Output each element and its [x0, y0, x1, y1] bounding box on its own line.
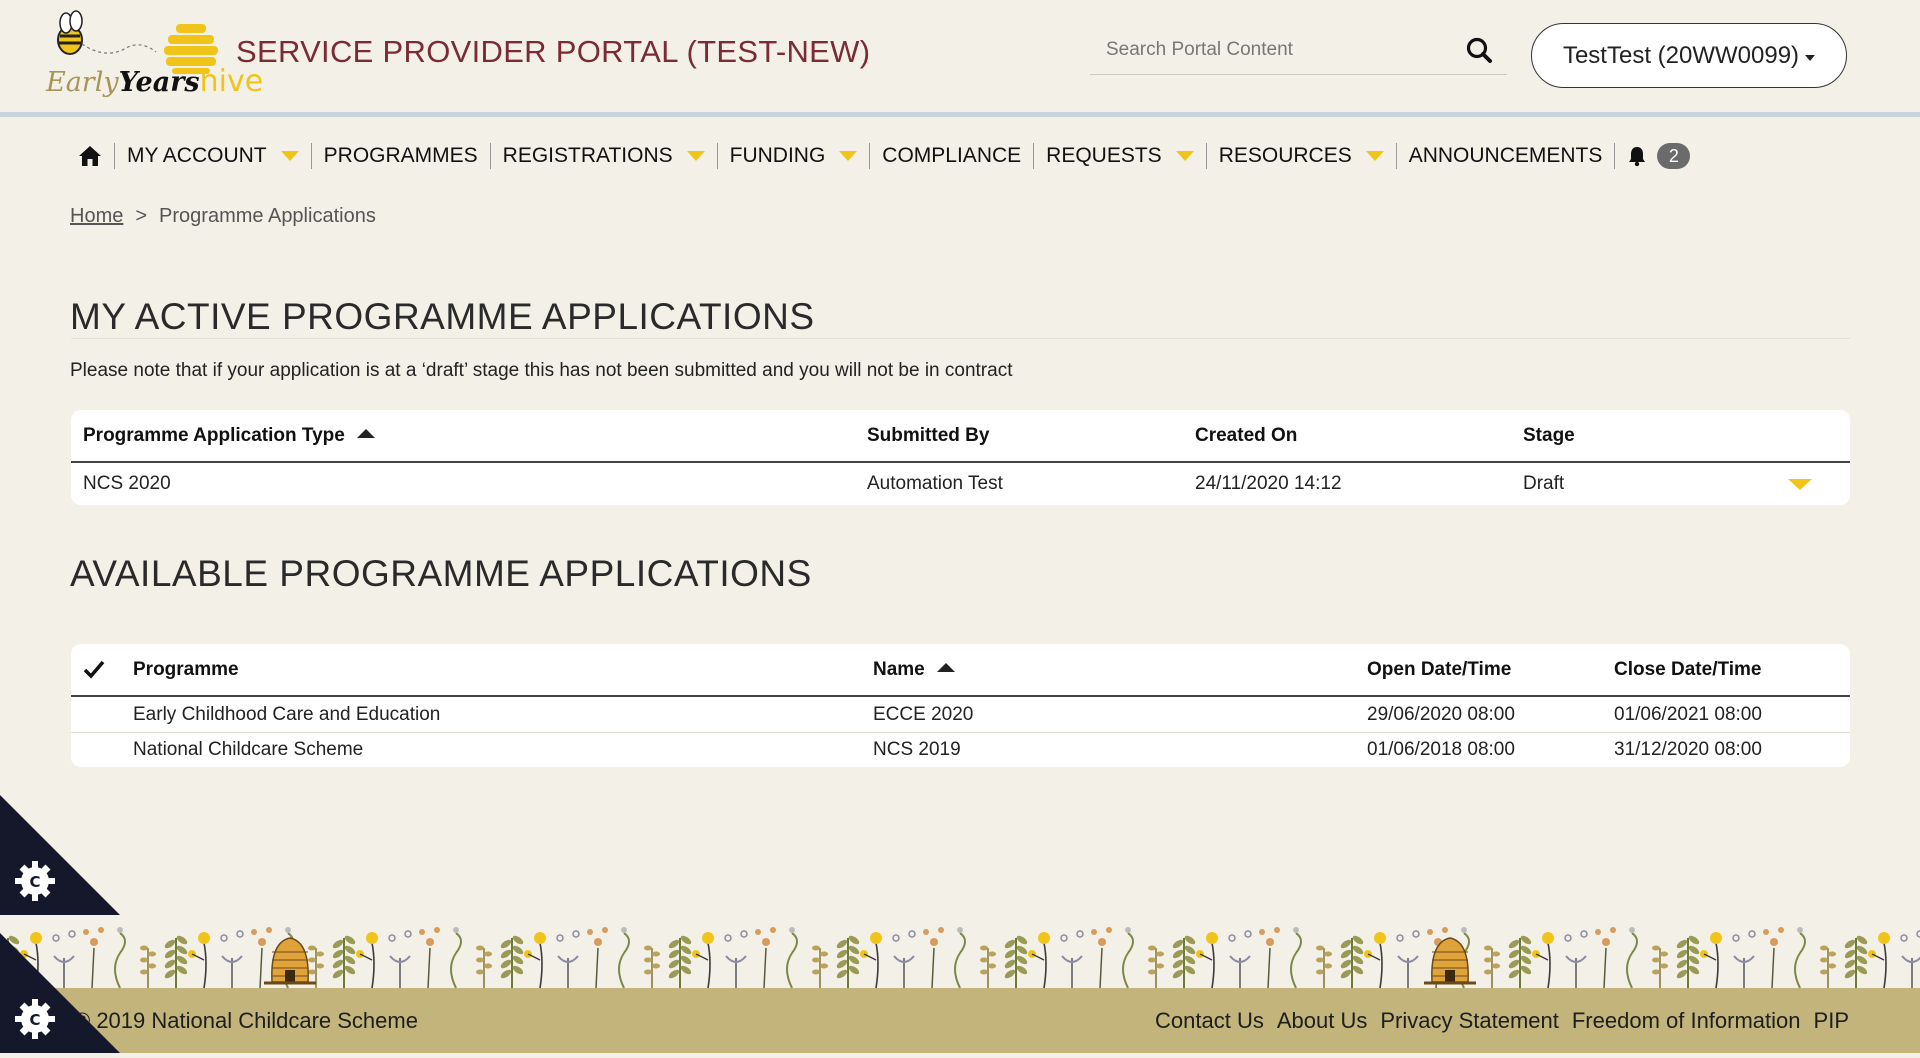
- cell-close-date: 01/06/2021 08:00: [1614, 704, 1762, 725]
- home-icon: [79, 146, 101, 166]
- cookie-settings-button[interactable]: C: [0, 933, 120, 1053]
- logo-text-early: Early: [46, 67, 119, 98]
- notification-count-badge: 2: [1657, 143, 1691, 169]
- cookie-settings-icon: C: [0, 795, 120, 915]
- user-account-dropdown[interactable]: TestTest (20WW0099): [1531, 23, 1847, 88]
- main-nav: MY ACCOUNT PROGRAMMES REGISTRATIONS FUND…: [70, 138, 1702, 174]
- footer-links: Contact Us About Us Privacy Statement Fr…: [1155, 1008, 1849, 1034]
- checkmark-icon: [83, 660, 105, 679]
- cell-name: ECCE 2020: [873, 704, 974, 725]
- nav-label: FUNDING: [729, 144, 826, 167]
- column-header-open-date[interactable]: Open Date/Time: [1367, 659, 1511, 681]
- cell-programme: National Childcare Scheme: [133, 739, 364, 760]
- available-applications-title: AVAILABLE PROGRAMME APPLICATIONS: [70, 553, 812, 594]
- nav-my-account[interactable]: MY ACCOUNT: [115, 143, 312, 169]
- copyright-text: © 2019 National Childcare Scheme: [74, 1008, 418, 1033]
- footer-link-freedom-of-information[interactable]: Freedom of Information: [1572, 1008, 1801, 1034]
- flowers-beehive-illustration: [0, 912, 1920, 988]
- column-header-name[interactable]: Name: [873, 659, 955, 681]
- nav-announcements[interactable]: ANNOUNCEMENTS: [1397, 143, 1616, 169]
- table-row[interactable]: NCS 2020 Automation Test 24/11/2020 14:1…: [71, 463, 1850, 505]
- table-header: Programme Application Type Submitted By …: [71, 410, 1850, 463]
- breadcrumb-separator: >: [135, 205, 148, 227]
- nav-funding[interactable]: FUNDING: [718, 143, 871, 169]
- footer-link-pip[interactable]: PIP: [1814, 1008, 1849, 1034]
- dropdown-arrow-icon: [1175, 151, 1194, 161]
- footer-link-contact-us[interactable]: Contact Us: [1155, 1008, 1264, 1034]
- available-applications-table: Programme Name Open Date/Time Close Date…: [71, 644, 1850, 767]
- breadcrumb-current: Programme Applications: [159, 205, 376, 227]
- header-divider: [0, 112, 1920, 117]
- nav-label: MY ACCOUNT: [127, 144, 267, 167]
- logo-text-years: Years: [118, 67, 200, 98]
- cell-open-date: 29/06/2020 08:00: [1367, 704, 1515, 725]
- header: EarlyYearshive SERVICE PROVIDER PORTAL (…: [0, 0, 1920, 113]
- cell-application-type: NCS 2020: [83, 473, 171, 494]
- table-header: Programme Name Open Date/Time Close Date…: [71, 644, 1850, 697]
- column-header-submitted-by[interactable]: Submitted By: [867, 425, 989, 447]
- cookie-settings-button[interactable]: C: [0, 795, 120, 915]
- header-label: Name: [873, 658, 925, 680]
- nav-programmes[interactable]: PROGRAMMES: [312, 143, 491, 169]
- svg-text:C: C: [29, 873, 40, 891]
- sort-ascending-icon: [356, 428, 375, 438]
- user-label: TestTest (20WW0099): [1562, 41, 1800, 69]
- footer-link-about-us[interactable]: About Us: [1277, 1008, 1368, 1034]
- bell-icon: [1629, 147, 1646, 167]
- search-icon: [1466, 37, 1492, 63]
- cell-created-on: 24/11/2020 14:12: [1195, 473, 1342, 494]
- nav-resources[interactable]: RESOURCES: [1207, 143, 1397, 169]
- header-label: Programme Application Type: [83, 424, 345, 446]
- select-all-checkbox[interactable]: [83, 659, 105, 685]
- table-row[interactable]: National Childcare Scheme NCS 2019 01/06…: [71, 733, 1850, 767]
- nav-requests[interactable]: REQUESTS: [1034, 143, 1207, 169]
- nav-label: REGISTRATIONS: [502, 144, 673, 167]
- active-applications-title: MY ACTIVE PROGRAMME APPLICATIONS: [70, 296, 815, 337]
- nav-label: RESOURCES: [1218, 144, 1352, 167]
- column-header-programme[interactable]: Programme: [133, 659, 239, 681]
- nav-label: REQUESTS: [1046, 144, 1162, 167]
- nav-registrations[interactable]: REGISTRATIONS: [491, 143, 718, 169]
- nav-label: PROGRAMMES: [323, 144, 478, 167]
- table-row[interactable]: Early Childhood Care and Education ECCE …: [71, 697, 1850, 733]
- cell-stage: Draft: [1523, 473, 1565, 494]
- footer-link-privacy-statement[interactable]: Privacy Statement: [1380, 1008, 1559, 1034]
- svg-text:C: C: [29, 1011, 40, 1029]
- search-box: [1090, 30, 1507, 75]
- cell-name: NCS 2019: [873, 739, 961, 760]
- row-actions-dropdown-icon[interactable]: [1788, 479, 1812, 490]
- column-header-stage[interactable]: Stage: [1523, 425, 1575, 447]
- floral-footer-decoration: [0, 912, 1920, 988]
- nav-compliance[interactable]: COMPLIANCE: [870, 143, 1035, 169]
- dropdown-arrow-icon: [686, 151, 705, 161]
- cell-submitted-by: Automation Test: [867, 473, 1003, 494]
- cookie-settings-icon: C: [0, 933, 120, 1053]
- draft-stage-note: Please note that if your application is …: [70, 360, 1013, 381]
- sort-ascending-icon: [936, 662, 955, 672]
- nav-home[interactable]: [70, 143, 115, 169]
- nav-notifications[interactable]: 2: [1615, 143, 1702, 169]
- column-header-application-type[interactable]: Programme Application Type: [83, 425, 375, 447]
- column-header-close-date[interactable]: Close Date/Time: [1614, 659, 1761, 681]
- nav-label: COMPLIANCE: [882, 144, 1022, 167]
- early-years-hive-logo[interactable]: EarlyYearshive: [46, 10, 263, 102]
- search-input[interactable]: [1090, 30, 1482, 70]
- breadcrumb: Home > Programme Applications: [70, 205, 376, 228]
- portal-title: SERVICE PROVIDER PORTAL (TEST-NEW): [236, 34, 871, 69]
- cell-open-date: 01/06/2018 08:00: [1367, 739, 1515, 760]
- dropdown-arrow-icon: [1365, 151, 1384, 161]
- nav-label: ANNOUNCEMENTS: [1408, 144, 1603, 167]
- title-divider: [71, 338, 1850, 339]
- column-header-created-on[interactable]: Created On: [1195, 425, 1297, 447]
- cell-programme: Early Childhood Care and Education: [133, 704, 441, 725]
- caret-down-icon: [1805, 54, 1816, 61]
- dropdown-arrow-icon: [280, 151, 299, 161]
- dropdown-arrow-icon: [839, 151, 858, 161]
- search-button[interactable]: [1463, 34, 1497, 68]
- cell-close-date: 31/12/2020 08:00: [1614, 739, 1762, 760]
- active-applications-table: Programme Application Type Submitted By …: [71, 410, 1850, 505]
- footer: © 2019 National Childcare Scheme Contact…: [0, 988, 1920, 1053]
- breadcrumb-home-link[interactable]: Home: [70, 205, 123, 227]
